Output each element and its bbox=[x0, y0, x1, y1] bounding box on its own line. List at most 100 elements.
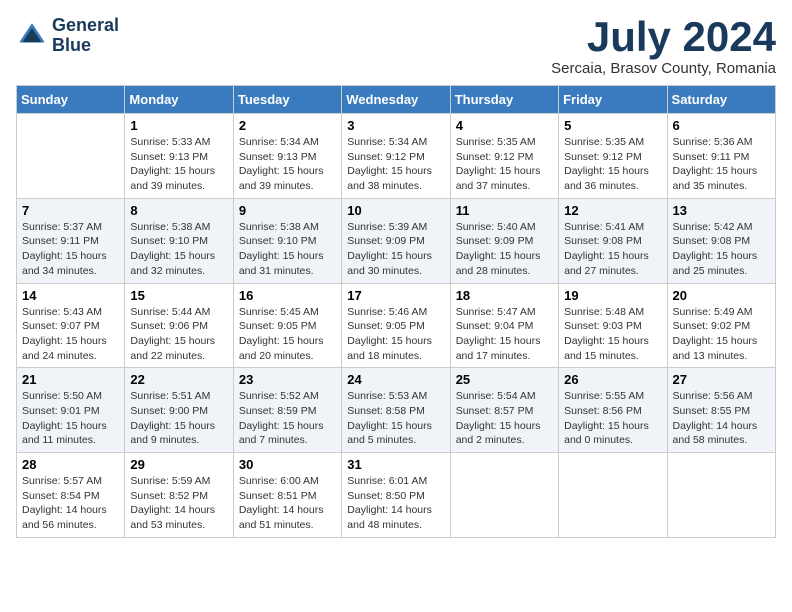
day-number: 31 bbox=[347, 457, 444, 472]
day-number: 9 bbox=[239, 203, 336, 218]
week-row-4: 21 Sunrise: 5:50 AM Sunset: 9:01 PM Dayli… bbox=[17, 368, 776, 453]
day-number: 15 bbox=[130, 288, 227, 303]
day-info: Sunrise: 5:38 AM Sunset: 9:10 PM Dayligh… bbox=[239, 220, 336, 279]
calendar-cell bbox=[450, 453, 558, 538]
day-number: 6 bbox=[673, 118, 770, 133]
calendar-cell: 19 Sunrise: 5:48 AM Sunset: 9:03 PM Dayli… bbox=[559, 283, 667, 368]
day-info: Sunrise: 5:35 AM Sunset: 9:12 PM Dayligh… bbox=[564, 135, 661, 194]
weekday-header-row: SundayMondayTuesdayWednesdayThursdayFrid… bbox=[17, 86, 776, 114]
calendar-cell: 13 Sunrise: 5:42 AM Sunset: 9:08 PM Dayli… bbox=[667, 198, 775, 283]
day-info: Sunrise: 5:37 AM Sunset: 9:11 PM Dayligh… bbox=[22, 220, 119, 279]
logo: General Blue bbox=[16, 16, 119, 56]
day-info: Sunrise: 5:43 AM Sunset: 9:07 PM Dayligh… bbox=[22, 305, 119, 364]
day-info: Sunrise: 5:46 AM Sunset: 9:05 PM Dayligh… bbox=[347, 305, 444, 364]
day-info: Sunrise: 5:39 AM Sunset: 9:09 PM Dayligh… bbox=[347, 220, 444, 279]
day-number: 12 bbox=[564, 203, 661, 218]
day-number: 22 bbox=[130, 372, 227, 387]
day-number: 4 bbox=[456, 118, 553, 133]
day-info: Sunrise: 5:51 AM Sunset: 9:00 PM Dayligh… bbox=[130, 389, 227, 448]
weekday-header-tuesday: Tuesday bbox=[233, 86, 341, 114]
calendar-cell: 3 Sunrise: 5:34 AM Sunset: 9:12 PM Daylig… bbox=[342, 114, 450, 199]
day-number: 7 bbox=[22, 203, 119, 218]
day-info: Sunrise: 5:45 AM Sunset: 9:05 PM Dayligh… bbox=[239, 305, 336, 364]
weekday-header-sunday: Sunday bbox=[17, 86, 125, 114]
day-info: Sunrise: 5:41 AM Sunset: 9:08 PM Dayligh… bbox=[564, 220, 661, 279]
day-info: Sunrise: 5:34 AM Sunset: 9:12 PM Dayligh… bbox=[347, 135, 444, 194]
calendar-cell: 1Sunrise: 5:33 AM Sunset: 9:13 PM Daylig… bbox=[125, 114, 233, 199]
calendar-cell bbox=[17, 114, 125, 199]
day-number: 25 bbox=[456, 372, 553, 387]
day-info: Sunrise: 5:35 AM Sunset: 9:12 PM Dayligh… bbox=[456, 135, 553, 194]
calendar-cell: 5Sunrise: 5:35 AM Sunset: 9:12 PM Daylig… bbox=[559, 114, 667, 199]
month-year: July 2024 bbox=[551, 16, 776, 58]
calendar-cell: 31 Sunrise: 6:01 AM Sunset: 8:50 PM Dayli… bbox=[342, 453, 450, 538]
calendar-cell: 4 Sunrise: 5:35 AM Sunset: 9:12 PM Daylig… bbox=[450, 114, 558, 199]
calendar-cell bbox=[667, 453, 775, 538]
calendar-cell: 16 Sunrise: 5:45 AM Sunset: 9:05 PM Dayli… bbox=[233, 283, 341, 368]
day-number: 24 bbox=[347, 372, 444, 387]
day-info: Sunrise: 5:48 AM Sunset: 9:03 PM Dayligh… bbox=[564, 305, 661, 364]
calendar-cell: 24 Sunrise: 5:53 AM Sunset: 8:58 PM Dayli… bbox=[342, 368, 450, 453]
calendar-cell: 11 Sunrise: 5:40 AM Sunset: 9:09 PM Dayli… bbox=[450, 198, 558, 283]
day-info: Sunrise: 5:36 AM Sunset: 9:11 PM Dayligh… bbox=[673, 135, 770, 194]
weekday-header-thursday: Thursday bbox=[450, 86, 558, 114]
header: General Blue July 2024 Sercaia, Brasov C… bbox=[16, 16, 776, 77]
day-info: Sunrise: 5:53 AM Sunset: 8:58 PM Dayligh… bbox=[347, 389, 444, 448]
day-number: 28 bbox=[22, 457, 119, 472]
calendar-cell: 18 Sunrise: 5:47 AM Sunset: 9:04 PM Dayli… bbox=[450, 283, 558, 368]
day-number: 27 bbox=[673, 372, 770, 387]
logo-text: General Blue bbox=[52, 16, 119, 56]
day-info: Sunrise: 5:55 AM Sunset: 8:56 PM Dayligh… bbox=[564, 389, 661, 448]
calendar-cell: 7 Sunrise: 5:37 AM Sunset: 9:11 PM Daylig… bbox=[17, 198, 125, 283]
calendar-cell: 22 Sunrise: 5:51 AM Sunset: 9:00 PM Dayli… bbox=[125, 368, 233, 453]
day-info: Sunrise: 5:56 AM Sunset: 8:55 PM Dayligh… bbox=[673, 389, 770, 448]
day-number: 26 bbox=[564, 372, 661, 387]
calendar-cell: 25 Sunrise: 5:54 AM Sunset: 8:57 PM Dayli… bbox=[450, 368, 558, 453]
day-number: 17 bbox=[347, 288, 444, 303]
calendar-cell: 26 Sunrise: 5:55 AM Sunset: 8:56 PM Dayli… bbox=[559, 368, 667, 453]
weekday-header-saturday: Saturday bbox=[667, 86, 775, 114]
week-row-1: 1Sunrise: 5:33 AM Sunset: 9:13 PM Daylig… bbox=[17, 114, 776, 199]
calendar-cell: 23Sunrise: 5:52 AM Sunset: 8:59 PM Dayli… bbox=[233, 368, 341, 453]
week-row-5: 28 Sunrise: 5:57 AM Sunset: 8:54 PM Dayli… bbox=[17, 453, 776, 538]
calendar-cell: 2Sunrise: 5:34 AM Sunset: 9:13 PM Daylig… bbox=[233, 114, 341, 199]
calendar-cell: 29 Sunrise: 5:59 AM Sunset: 8:52 PM Dayli… bbox=[125, 453, 233, 538]
day-info: Sunrise: 6:01 AM Sunset: 8:50 PM Dayligh… bbox=[347, 474, 444, 533]
day-number: 14 bbox=[22, 288, 119, 303]
calendar-cell: 12 Sunrise: 5:41 AM Sunset: 9:08 PM Dayli… bbox=[559, 198, 667, 283]
calendar-cell: 27 Sunrise: 5:56 AM Sunset: 8:55 PM Dayli… bbox=[667, 368, 775, 453]
day-info: Sunrise: 5:50 AM Sunset: 9:01 PM Dayligh… bbox=[22, 389, 119, 448]
logo-icon bbox=[16, 20, 48, 52]
day-number: 18 bbox=[456, 288, 553, 303]
day-number: 13 bbox=[673, 203, 770, 218]
day-info: Sunrise: 5:44 AM Sunset: 9:06 PM Dayligh… bbox=[130, 305, 227, 364]
day-number: 16 bbox=[239, 288, 336, 303]
day-info: Sunrise: 5:34 AM Sunset: 9:13 PM Dayligh… bbox=[239, 135, 336, 194]
calendar-cell: 30Sunrise: 6:00 AM Sunset: 8:51 PM Dayli… bbox=[233, 453, 341, 538]
calendar-cell: 9 Sunrise: 5:38 AM Sunset: 9:10 PM Daylig… bbox=[233, 198, 341, 283]
day-info: Sunrise: 5:54 AM Sunset: 8:57 PM Dayligh… bbox=[456, 389, 553, 448]
calendar-cell: 28 Sunrise: 5:57 AM Sunset: 8:54 PM Dayli… bbox=[17, 453, 125, 538]
day-info: Sunrise: 5:59 AM Sunset: 8:52 PM Dayligh… bbox=[130, 474, 227, 533]
day-number: 19 bbox=[564, 288, 661, 303]
day-info: Sunrise: 5:38 AM Sunset: 9:10 PM Dayligh… bbox=[130, 220, 227, 279]
calendar-cell: 17 Sunrise: 5:46 AM Sunset: 9:05 PM Dayli… bbox=[342, 283, 450, 368]
week-row-2: 7 Sunrise: 5:37 AM Sunset: 9:11 PM Daylig… bbox=[17, 198, 776, 283]
day-info: Sunrise: 5:47 AM Sunset: 9:04 PM Dayligh… bbox=[456, 305, 553, 364]
day-info: Sunrise: 5:33 AM Sunset: 9:13 PM Dayligh… bbox=[130, 135, 227, 194]
calendar-cell: 8 Sunrise: 5:38 AM Sunset: 9:10 PM Daylig… bbox=[125, 198, 233, 283]
day-info: Sunrise: 6:00 AM Sunset: 8:51 PM Dayligh… bbox=[239, 474, 336, 533]
day-number: 20 bbox=[673, 288, 770, 303]
day-info: Sunrise: 5:42 AM Sunset: 9:08 PM Dayligh… bbox=[673, 220, 770, 279]
day-info: Sunrise: 5:57 AM Sunset: 8:54 PM Dayligh… bbox=[22, 474, 119, 533]
calendar-cell: 15 Sunrise: 5:44 AM Sunset: 9:06 PM Dayli… bbox=[125, 283, 233, 368]
day-number: 29 bbox=[130, 457, 227, 472]
day-number: 8 bbox=[130, 203, 227, 218]
day-number: 21 bbox=[22, 372, 119, 387]
day-number: 3 bbox=[347, 118, 444, 133]
calendar-cell: 6 Sunrise: 5:36 AM Sunset: 9:11 PM Daylig… bbox=[667, 114, 775, 199]
day-number: 11 bbox=[456, 203, 553, 218]
day-number: 10 bbox=[347, 203, 444, 218]
calendar-table: SundayMondayTuesdayWednesdayThursdayFrid… bbox=[16, 85, 776, 538]
day-info: Sunrise: 5:40 AM Sunset: 9:09 PM Dayligh… bbox=[456, 220, 553, 279]
